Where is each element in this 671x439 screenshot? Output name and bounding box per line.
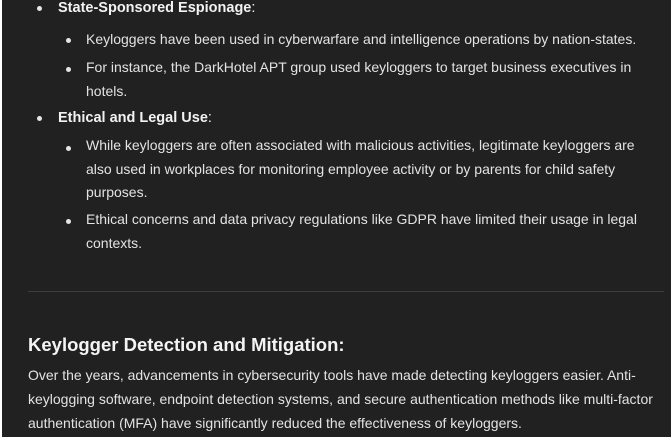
list-item-title: State-Sponsored Espionage: [58, 0, 256, 16]
chat-message-panel: State-Sponsored Espionage: Keyloggers ha… [2, 0, 671, 437]
bullet-dot [66, 219, 71, 224]
bullet-dot [37, 116, 42, 121]
section-heading: Keylogger Detection and Mitigation: [28, 334, 345, 355]
list-item: While keyloggers are often associated wi… [86, 137, 635, 200]
horizontal-divider [28, 291, 664, 292]
list-item: Ethical concerns and data privacy regula… [86, 211, 637, 251]
bullet-dot [66, 67, 71, 72]
list-item: Keyloggers have been used in cyberwarfar… [86, 31, 637, 47]
list-item: For instance, the DarkHotel APT group us… [86, 59, 632, 99]
section-paragraph: Over the years, advancements in cybersec… [28, 367, 653, 431]
bullet-dot [37, 6, 42, 11]
list-item-title: Ethical and Legal Use: [58, 110, 212, 126]
bullet-dot [66, 38, 71, 43]
bullet-dot [66, 146, 71, 151]
